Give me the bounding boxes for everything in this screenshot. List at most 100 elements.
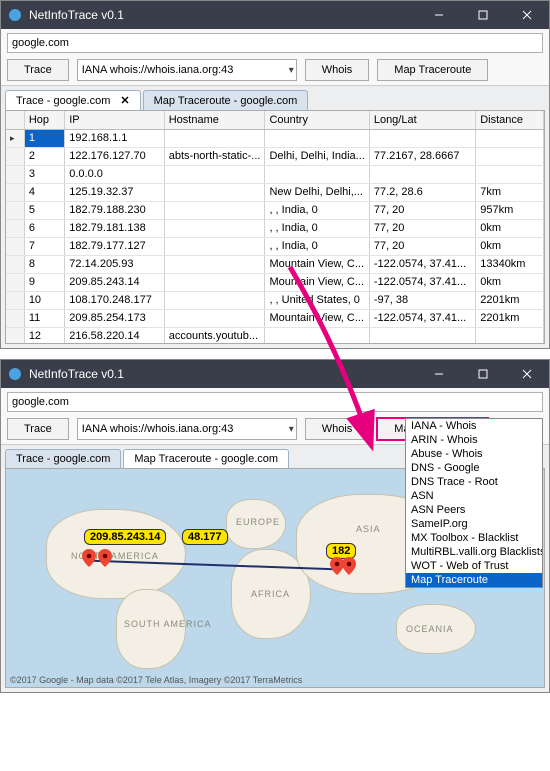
cell-longlat[interactable]: 77, 20 — [369, 219, 475, 237]
cell-hostname[interactable] — [164, 129, 265, 147]
maximize-button[interactable] — [461, 360, 505, 388]
cell-country[interactable] — [265, 165, 369, 183]
cell-hostname[interactable] — [164, 165, 265, 183]
cell-hop[interactable]: 11 — [24, 309, 64, 327]
cell-longlat[interactable]: 77.2167, 28.6667 — [369, 147, 475, 165]
cell-hostname[interactable] — [164, 309, 265, 327]
cell-distance[interactable]: 13340km — [476, 255, 544, 273]
cell-longlat[interactable]: -122.0574, 37.41... — [369, 309, 475, 327]
dropdown-item[interactable]: IANA - Whois — [406, 419, 542, 433]
cell-hop[interactable]: 1 — [24, 129, 64, 147]
cell-country[interactable]: Mountain View, C... — [265, 273, 369, 291]
dropdown-item[interactable]: WOT - Web of Trust — [406, 559, 542, 573]
table-row[interactable]: 10 108.170.248.177 , , United States, 0 … — [6, 291, 544, 309]
cell-ip[interactable]: 72.14.205.93 — [65, 255, 164, 273]
cell-hop[interactable]: 12 — [24, 327, 64, 344]
url-input[interactable] — [7, 392, 543, 412]
maximize-button[interactable] — [461, 1, 505, 29]
ip-bubble[interactable]: 48.177 — [182, 529, 228, 545]
cell-hostname[interactable]: accounts.youtub... — [164, 327, 265, 344]
ip-bubble[interactable]: 209.85.243.14 — [84, 529, 166, 545]
cell-distance[interactable] — [476, 147, 544, 165]
cell-country[interactable]: Mountain View, C... — [265, 255, 369, 273]
cell-distance[interactable] — [476, 129, 544, 147]
cell-longlat[interactable]: -122.0574, 37.41... — [369, 273, 475, 291]
titlebar[interactable]: NetInfoTrace v0.1 — [1, 1, 549, 29]
cell-longlat[interactable] — [369, 327, 475, 344]
cell-distance[interactable]: 2201km — [476, 291, 544, 309]
cell-hostname[interactable] — [164, 183, 265, 201]
cell-hostname[interactable] — [164, 219, 265, 237]
cell-hostname[interactable] — [164, 273, 265, 291]
cell-hostname[interactable]: abts-north-static-... — [164, 147, 265, 165]
map-pin-icon[interactable] — [98, 549, 112, 567]
table-row[interactable]: 7 182.79.177.127 , , India, 0 77, 20 0km — [6, 237, 544, 255]
dropdown-item[interactable]: Map Traceroute — [406, 573, 542, 587]
minimize-button[interactable] — [417, 360, 461, 388]
cell-country[interactable]: , , India, 0 — [265, 237, 369, 255]
col-distance[interactable]: Distance — [476, 111, 544, 129]
map-pin-icon[interactable] — [342, 557, 356, 575]
cell-ip[interactable]: 182.79.181.138 — [65, 219, 164, 237]
table-row[interactable]: 5 182.79.188.230 , , India, 0 77, 20 957… — [6, 201, 544, 219]
tab-trace[interactable]: Trace - google.com✕ — [5, 90, 141, 110]
col-longlat[interactable]: Long/Lat — [369, 111, 475, 129]
col-ip[interactable]: IP — [65, 111, 164, 129]
table-row[interactable]: 8 72.14.205.93 Mountain View, C... -122.… — [6, 255, 544, 273]
table-row[interactable]: 2 122.176.127.70 abts-north-static-... D… — [6, 147, 544, 165]
dropdown-item[interactable]: DNS - Google — [406, 461, 542, 475]
col-country[interactable]: Country — [265, 111, 369, 129]
whois-server-combo[interactable]: IANA whois://whois.iana.org:43▾ — [77, 418, 297, 440]
tab-map-traceroute[interactable]: Map Traceroute - google.com — [143, 90, 309, 110]
cell-hostname[interactable] — [164, 291, 265, 309]
cell-hop[interactable]: 9 — [24, 273, 64, 291]
cell-hop[interactable]: 3 — [24, 165, 64, 183]
cell-longlat[interactable]: -122.0574, 37.41... — [369, 255, 475, 273]
minimize-button[interactable] — [417, 1, 461, 29]
cell-ip[interactable]: 209.85.254.173 — [65, 309, 164, 327]
dropdown-item[interactable]: DNS Trace - Root — [406, 475, 542, 489]
url-input[interactable] — [7, 33, 543, 53]
cell-country[interactable]: New Delhi, Delhi,... — [265, 183, 369, 201]
cell-ip[interactable]: 0.0.0.0 — [65, 165, 164, 183]
cell-longlat[interactable]: 77.2, 28.6 — [369, 183, 475, 201]
cell-longlat[interactable]: -97, 38 — [369, 291, 475, 309]
cell-longlat[interactable] — [369, 129, 475, 147]
table-row[interactable]: 1 192.168.1.1 — [6, 129, 544, 147]
cell-distance[interactable]: 2201km — [476, 309, 544, 327]
trace-button[interactable]: Trace — [7, 418, 69, 440]
table-row[interactable]: 11 209.85.254.173 Mountain View, C... -1… — [6, 309, 544, 327]
tab-map-traceroute[interactable]: Map Traceroute - google.com — [123, 449, 289, 468]
dropdown-item[interactable]: Abuse - Whois — [406, 447, 542, 461]
cell-distance[interactable] — [476, 327, 544, 344]
table-row[interactable]: 6 182.79.181.138 , , India, 0 77, 20 0km — [6, 219, 544, 237]
col-hop[interactable]: Hop — [24, 111, 64, 129]
table-row[interactable]: 12 216.58.220.14 accounts.youtub... — [6, 327, 544, 344]
cell-hop[interactable]: 2 — [24, 147, 64, 165]
cell-country[interactable]: Mountain View, C... — [265, 309, 369, 327]
table-row[interactable]: 9 209.85.243.14 Mountain View, C... -122… — [6, 273, 544, 291]
map-traceroute-button[interactable]: Map Traceroute — [377, 59, 488, 81]
close-button[interactable] — [505, 360, 549, 388]
whois-button[interactable]: Whois — [305, 418, 370, 440]
trace-button[interactable]: Trace — [7, 59, 69, 81]
cell-ip[interactable]: 108.170.248.177 — [65, 291, 164, 309]
cell-distance[interactable]: 7km — [476, 183, 544, 201]
cell-country[interactable]: , , United States, 0 — [265, 291, 369, 309]
dropdown-item[interactable]: ARIN - Whois — [406, 433, 542, 447]
cell-hostname[interactable] — [164, 255, 265, 273]
cell-longlat[interactable]: 77, 20 — [369, 201, 475, 219]
cell-ip[interactable]: 182.79.188.230 — [65, 201, 164, 219]
tab-trace[interactable]: Trace - google.com — [5, 449, 121, 468]
titlebar[interactable]: NetInfoTrace v0.1 — [1, 360, 549, 388]
cell-ip[interactable]: 192.168.1.1 — [65, 129, 164, 147]
cell-country[interactable] — [265, 129, 369, 147]
cell-ip[interactable]: 122.176.127.70 — [65, 147, 164, 165]
cell-hop[interactable]: 8 — [24, 255, 64, 273]
cell-hostname[interactable] — [164, 201, 265, 219]
cell-distance[interactable] — [476, 165, 544, 183]
dropdown-item[interactable]: MultiRBL.valli.org Blacklists — [406, 545, 542, 559]
trace-grid[interactable]: Hop IP Hostname Country Long/Lat Distanc… — [5, 110, 545, 344]
cell-country[interactable]: , , India, 0 — [265, 219, 369, 237]
cell-ip[interactable]: 209.85.243.14 — [65, 273, 164, 291]
